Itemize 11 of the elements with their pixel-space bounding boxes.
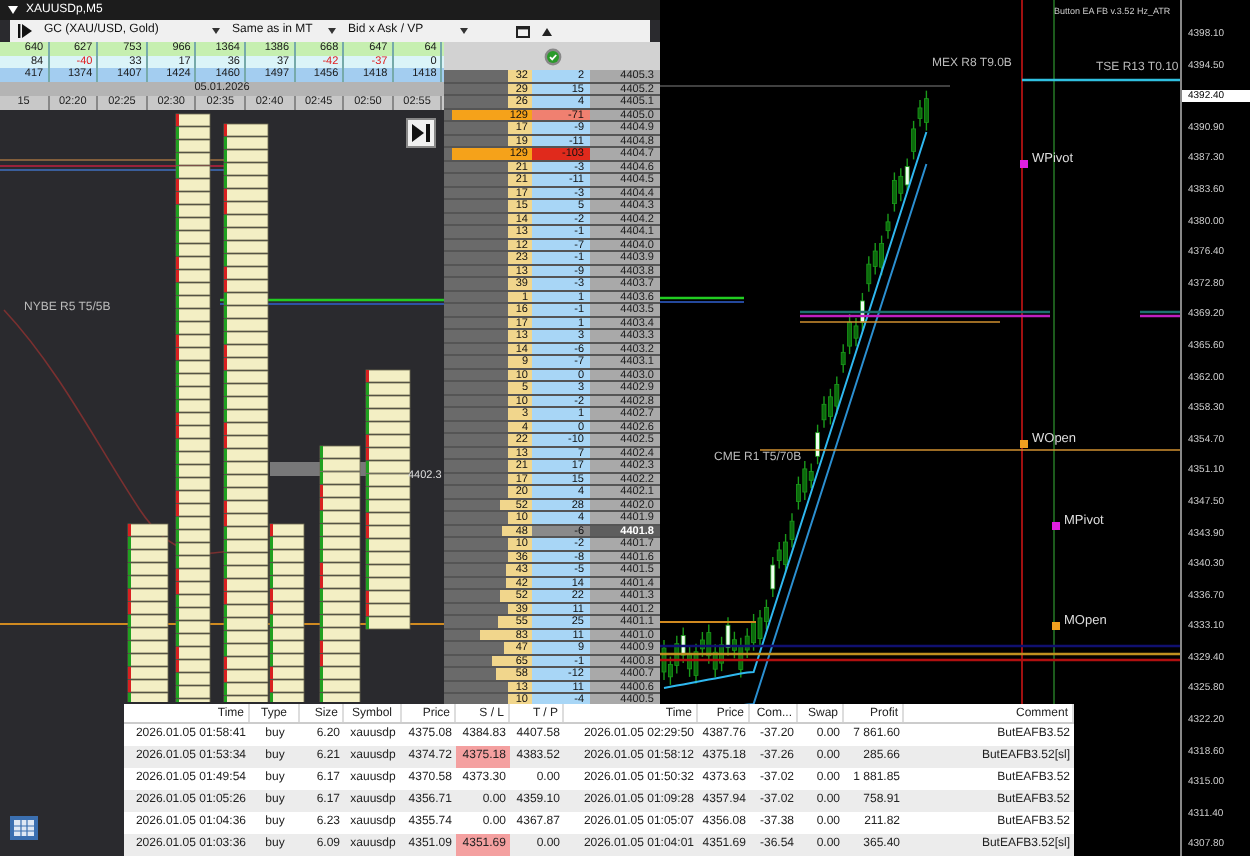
window-icon[interactable] [516, 25, 530, 37]
table-icon[interactable] [10, 816, 38, 840]
play-icon[interactable] [18, 24, 32, 38]
caret-icon [328, 28, 336, 34]
play-icon[interactable] [406, 117, 436, 147]
caret-icon [212, 28, 220, 34]
price-level-line [660, 621, 757, 623]
collapse-icon[interactable] [542, 27, 552, 35]
caret-icon [460, 28, 468, 34]
caret-icon[interactable] [8, 6, 18, 14]
status-check-icon [543, 47, 561, 65]
